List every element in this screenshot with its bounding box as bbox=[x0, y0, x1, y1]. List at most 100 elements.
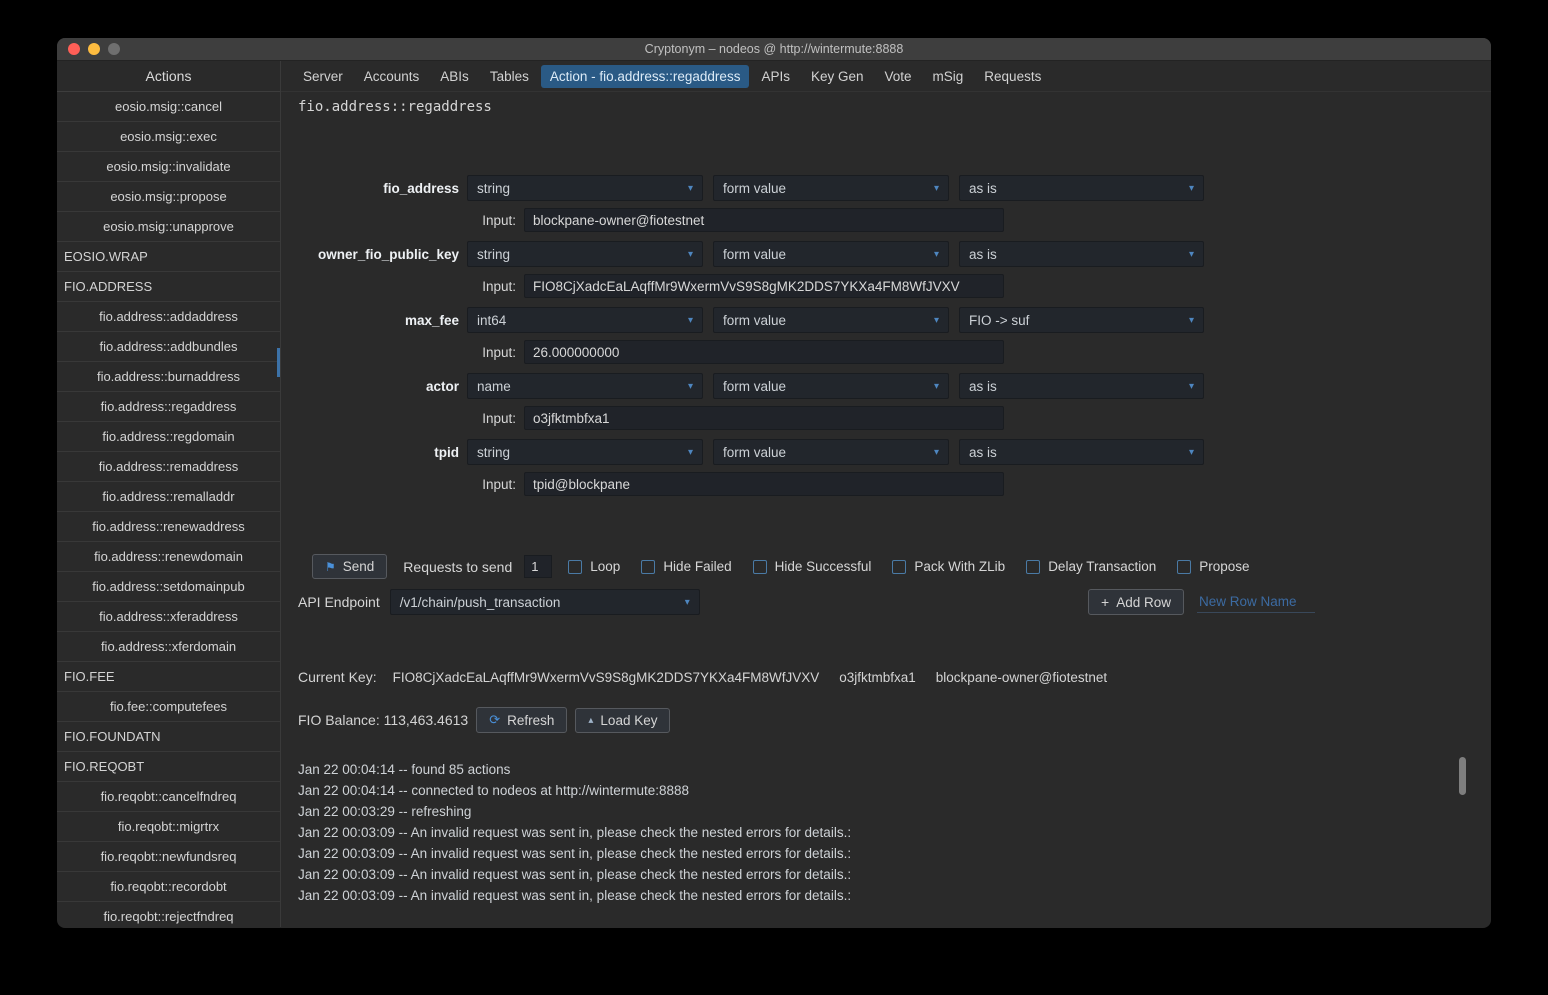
sidebar-item[interactable]: fio.address::regdomain bbox=[57, 422, 280, 452]
input-label: Input: bbox=[298, 213, 516, 228]
tab[interactable]: Action - fio.address::regaddress bbox=[541, 65, 750, 88]
sidebar-item[interactable]: FIO.REQOBT bbox=[57, 752, 280, 782]
transform-select[interactable]: FIO -> suf ▾ bbox=[959, 307, 1204, 333]
sidebar-item[interactable]: fio.address::setdomainpub bbox=[57, 572, 280, 602]
checkbox[interactable] bbox=[568, 560, 582, 574]
send-button[interactable]: ⚑ Send bbox=[312, 554, 387, 579]
field-value-input[interactable] bbox=[524, 208, 1004, 232]
field-value-input[interactable] bbox=[524, 406, 1004, 430]
sidebar-item[interactable]: fio.reqobt::newfundsreq bbox=[57, 842, 280, 872]
main-scrollbar-thumb[interactable] bbox=[1459, 757, 1466, 795]
log-line: Jan 22 00:04:14 -- connected to nodeos a… bbox=[298, 780, 1491, 801]
send-option[interactable]: Pack With ZLib bbox=[892, 559, 1005, 574]
send-options: Loop Hide Failed Hide Successful bbox=[568, 559, 1249, 574]
tab[interactable]: ABIs bbox=[431, 65, 478, 88]
send-option[interactable]: Loop bbox=[568, 559, 620, 574]
value-source-select[interactable]: form value ▾ bbox=[713, 373, 949, 399]
transform-select[interactable]: as is ▾ bbox=[959, 439, 1204, 465]
sidebar-item[interactable]: fio.address::renewdomain bbox=[57, 542, 280, 572]
sidebar-item[interactable]: fio.address::xferdomain bbox=[57, 632, 280, 662]
fio-balance-text: FIO Balance: 113,463.4613 bbox=[298, 712, 468, 728]
sidebar-item[interactable]: eosio.msig::propose bbox=[57, 182, 280, 212]
sidebar-item[interactable]: fio.reqobt::rejectfndreq bbox=[57, 902, 280, 927]
field-value-input[interactable] bbox=[524, 274, 1004, 298]
sidebar-item[interactable]: fio.address::remalladdr bbox=[57, 482, 280, 512]
transform-select[interactable]: as is ▾ bbox=[959, 241, 1204, 267]
field-value-input[interactable] bbox=[524, 340, 1004, 364]
send-bar: ⚑ Send Requests to send Loop bbox=[312, 554, 1491, 579]
checkbox[interactable] bbox=[1026, 560, 1040, 574]
field-type-select[interactable]: name ▾ bbox=[467, 373, 703, 399]
field-type-select[interactable]: int64 ▾ bbox=[467, 307, 703, 333]
tab[interactable]: Server bbox=[294, 65, 352, 88]
checkbox[interactable] bbox=[1177, 560, 1191, 574]
current-key-label: Current Key: bbox=[298, 669, 377, 685]
value-source-select[interactable]: form value ▾ bbox=[713, 439, 949, 465]
tab[interactable]: Tables bbox=[481, 65, 538, 88]
close-button[interactable] bbox=[68, 43, 80, 55]
sidebar-item[interactable]: fio.address::addbundles bbox=[57, 332, 280, 362]
zoom-button[interactable] bbox=[108, 43, 120, 55]
sidebar-item[interactable]: eosio.msig::cancel bbox=[57, 92, 280, 122]
chevron-down-icon: ▾ bbox=[934, 447, 939, 458]
sidebar-item[interactable]: FIO.ADDRESS bbox=[57, 272, 280, 302]
tab[interactable]: APIs bbox=[752, 65, 799, 88]
sidebar-item[interactable]: eosio.msig::invalidate bbox=[57, 152, 280, 182]
sidebar-item[interactable]: eosio.msig::exec bbox=[57, 122, 280, 152]
send-option[interactable]: Hide Failed bbox=[641, 559, 731, 574]
tab[interactable]: Requests bbox=[975, 65, 1050, 88]
sidebar-item[interactable]: fio.fee::computefees bbox=[57, 692, 280, 722]
value-source-select[interactable]: form value ▾ bbox=[713, 307, 949, 333]
refresh-button[interactable]: ⟳ Refresh bbox=[476, 707, 567, 733]
load-key-button[interactable]: ▴ Load Key bbox=[575, 708, 670, 733]
sidebar-item[interactable]: EOSIO.WRAP bbox=[57, 242, 280, 272]
sidebar-item[interactable]: FIO.FOUNDATN bbox=[57, 722, 280, 752]
sidebar-item[interactable]: fio.address::addaddress bbox=[57, 302, 280, 332]
tab[interactable]: Accounts bbox=[355, 65, 429, 88]
transform-value: as is bbox=[969, 379, 997, 394]
sidebar-item[interactable]: FIO.FEE bbox=[57, 662, 280, 692]
sidebar-item[interactable]: fio.address::burnaddress bbox=[57, 362, 280, 392]
requests-count-input[interactable] bbox=[524, 555, 552, 578]
sidebar-item[interactable]: fio.address::xferaddress bbox=[57, 602, 280, 632]
tab[interactable]: Vote bbox=[876, 65, 921, 88]
checkbox[interactable] bbox=[641, 560, 655, 574]
field-type-select[interactable]: string ▾ bbox=[467, 175, 703, 201]
minimize-button[interactable] bbox=[88, 43, 100, 55]
value-source-select[interactable]: form value ▾ bbox=[713, 241, 949, 267]
field-type-select[interactable]: string ▾ bbox=[467, 241, 703, 267]
field-value-input[interactable] bbox=[524, 472, 1004, 496]
send-option[interactable]: Propose bbox=[1177, 559, 1249, 574]
checkbox-label: Delay Transaction bbox=[1048, 559, 1156, 574]
sidebar-item[interactable]: fio.address::regaddress bbox=[57, 392, 280, 422]
sidebar-item[interactable]: eosio.msig::unapprove bbox=[57, 212, 280, 242]
add-row-button[interactable]: + Add Row bbox=[1088, 589, 1184, 615]
sidebar-item[interactable]: fio.address::renewaddress bbox=[57, 512, 280, 542]
transform-select[interactable]: as is ▾ bbox=[959, 373, 1204, 399]
field-type-value: string bbox=[477, 247, 510, 262]
checkbox[interactable] bbox=[892, 560, 906, 574]
sidebar-item[interactable]: fio.reqobt::migrtrx bbox=[57, 812, 280, 842]
checkbox-label: Loop bbox=[590, 559, 620, 574]
checkbox[interactable] bbox=[753, 560, 767, 574]
actions-sidebar: Actions eosio.msig::cancel eosio.msig::e… bbox=[57, 61, 281, 927]
value-source-select[interactable]: form value ▾ bbox=[713, 175, 949, 201]
form-field-group: tpid string ▾ form value ▾ bbox=[298, 439, 1491, 496]
sidebar-scrollbar-thumb[interactable] bbox=[277, 348, 280, 377]
api-endpoint-select[interactable]: /v1/chain/push_transaction ▾ bbox=[390, 589, 700, 615]
field-type-select[interactable]: string ▾ bbox=[467, 439, 703, 465]
send-option[interactable]: Hide Successful bbox=[753, 559, 872, 574]
transform-select[interactable]: as is ▾ bbox=[959, 175, 1204, 201]
sidebar-item[interactable]: fio.reqobt::cancelfndreq bbox=[57, 782, 280, 812]
value-source-value: form value bbox=[723, 445, 786, 460]
tabbar: Server Accounts ABIs Tables Action - fio… bbox=[281, 61, 1491, 92]
flag-icon: ⚑ bbox=[325, 560, 336, 574]
send-option[interactable]: Delay Transaction bbox=[1026, 559, 1156, 574]
log-line: Jan 22 00:03:09 -- An invalid request wa… bbox=[298, 822, 1491, 843]
requests-to-send-label: Requests to send bbox=[403, 559, 512, 575]
sidebar-item[interactable]: fio.reqobt::recordobt bbox=[57, 872, 280, 902]
new-row-name-input[interactable] bbox=[1197, 591, 1315, 613]
sidebar-item[interactable]: fio.address::remaddress bbox=[57, 452, 280, 482]
tab[interactable]: mSig bbox=[924, 65, 973, 88]
tab[interactable]: Key Gen bbox=[802, 65, 873, 88]
